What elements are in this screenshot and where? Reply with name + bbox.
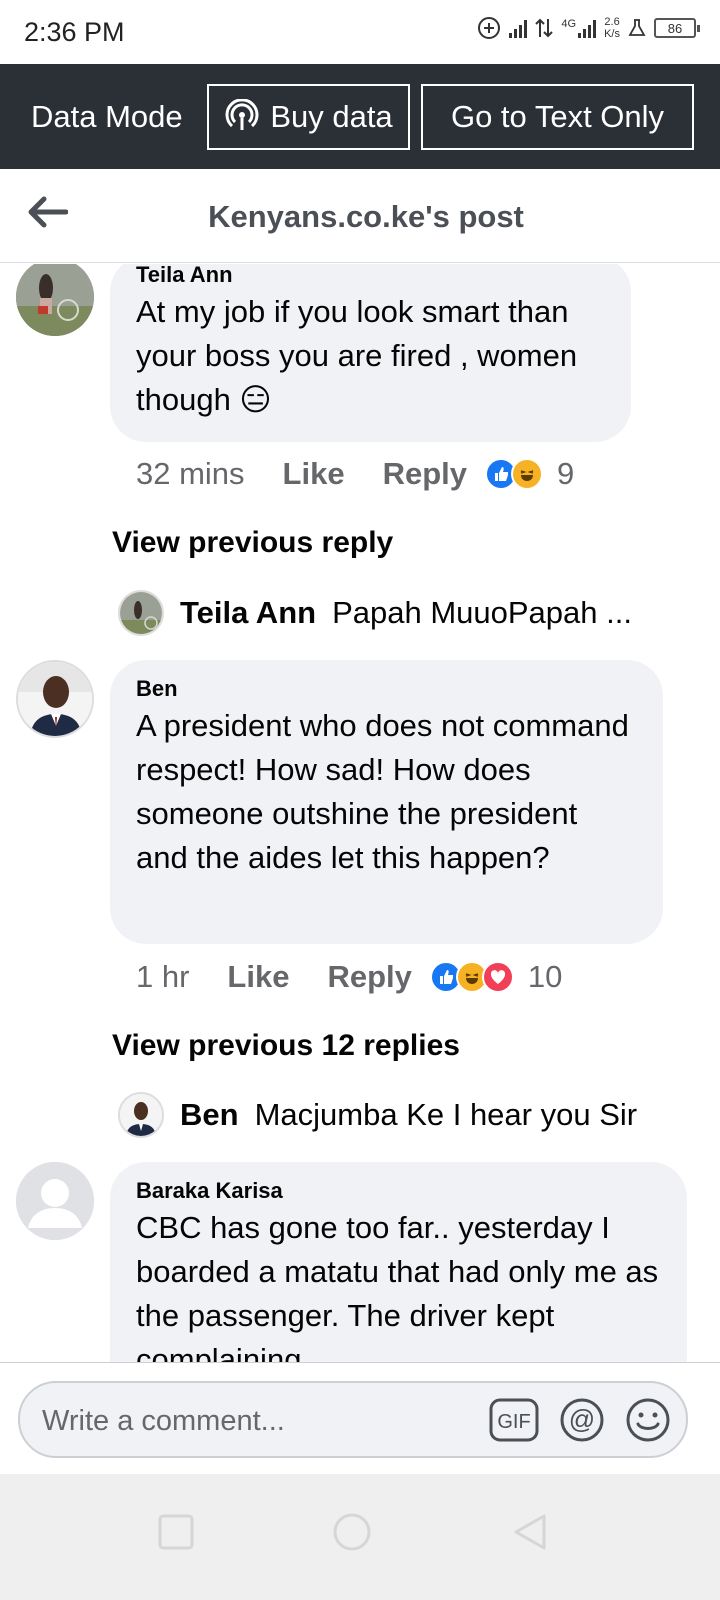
comment-bubble[interactable]: Baraka Karisa CBC has gone too far.. yes… xyxy=(110,1162,687,1362)
speed-unit: K/s xyxy=(604,28,620,40)
text-only-button[interactable]: Go to Text Only xyxy=(421,84,694,150)
svg-text:GIF: GIF xyxy=(497,1411,530,1433)
reply-author[interactable]: Teila Ann xyxy=(180,595,316,631)
network-speed: 2.6 K/s xyxy=(604,16,620,40)
comment-placeholder: Write a comment... xyxy=(42,1405,285,1437)
data-mode-bar: Data Mode Buy data Go to Text Only xyxy=(0,64,720,169)
at-sign-icon[interactable]: @ xyxy=(556,1397,608,1443)
battery-icon: 86 xyxy=(654,18,700,38)
last-reply[interactable]: Teila Ann Papah MuuoPapah ... xyxy=(118,590,632,636)
status-time: 2:36 PM xyxy=(24,17,125,47)
like-button[interactable]: Like xyxy=(283,456,345,492)
comment-author[interactable]: Teila Ann xyxy=(136,264,605,288)
data-transfer-icon xyxy=(535,18,554,38)
status-icons: 4G 2.6 K/s 86 xyxy=(477,16,700,40)
reply-button[interactable]: Reply xyxy=(327,959,411,995)
page-title: Kenyans.co.ke's post xyxy=(208,199,524,234)
comment-text: A president who does not command respect… xyxy=(136,708,629,875)
comments-feed[interactable]: Teila Ann At my job if you look smart th… xyxy=(0,264,720,1362)
comment-bubble[interactable]: Teila Ann At my job if you look smart th… xyxy=(110,264,631,442)
reply-author[interactable]: Ben xyxy=(180,1097,239,1133)
comment-meta: 32 mins Like Reply 9 xyxy=(136,456,574,492)
system-nav-bar xyxy=(0,1474,720,1600)
comment-text: CBC has gone too far.. yesterday I board… xyxy=(136,1210,659,1362)
triangle-back-icon[interactable] xyxy=(500,1502,560,1562)
default-user-icon xyxy=(16,1162,94,1240)
reactions[interactable] xyxy=(485,458,543,490)
reaction-count[interactable]: 9 xyxy=(557,456,574,492)
battery-level: 86 xyxy=(667,20,683,36)
speed-value: 2.6 xyxy=(604,16,620,28)
add-circle-icon xyxy=(478,17,501,39)
circle-icon[interactable] xyxy=(322,1502,382,1562)
comment-text: At my job if you look smart than your bo… xyxy=(136,294,578,417)
post-header: Kenyans.co.ke's post xyxy=(0,169,720,263)
last-reply[interactable]: Ben Macjumba Ke I hear you Sir xyxy=(118,1092,637,1138)
avatar[interactable] xyxy=(16,264,94,336)
comment-meta: 1 hr Like Reply 10 xyxy=(136,959,562,995)
avatar[interactable] xyxy=(16,1162,94,1240)
data-mode-label: Data Mode xyxy=(31,99,183,134)
like-button[interactable]: Like xyxy=(227,959,289,995)
comment-input[interactable]: Write a comment... GIF @ xyxy=(18,1381,688,1458)
reply-button[interactable]: Reply xyxy=(383,456,467,492)
buy-data-label: Buy data xyxy=(270,99,393,134)
flask-icon xyxy=(628,19,646,36)
reply-avatar[interactable] xyxy=(118,1092,164,1138)
reply-text: Macjumba Ke I hear you Sir xyxy=(254,1097,638,1132)
svg-text:@: @ xyxy=(569,1404,595,1434)
square-icon[interactable] xyxy=(146,1502,206,1562)
view-previous-replies[interactable]: View previous 12 replies xyxy=(112,1029,460,1063)
reply-avatar[interactable] xyxy=(118,590,164,636)
avatar[interactable] xyxy=(16,660,94,738)
reactions[interactable] xyxy=(429,961,514,993)
status-bar: 2:36 PM 4G 2.6 K/s 86 xyxy=(0,0,720,64)
text-only-label: Go to Text Only xyxy=(450,99,665,134)
smiley-icon[interactable] xyxy=(622,1397,674,1443)
comment-time[interactable]: 32 mins xyxy=(136,456,245,492)
comment-author[interactable]: Ben xyxy=(136,676,637,702)
comment-composer-bar: Write a comment... GIF @ xyxy=(0,1362,720,1474)
reaction-count[interactable]: 10 xyxy=(528,959,562,995)
buy-data-button[interactable]: Buy data xyxy=(207,84,410,150)
broadcast-icon xyxy=(225,99,259,130)
haha-reaction-icon xyxy=(511,458,543,490)
signal-4g-icon xyxy=(578,18,597,38)
reply-text: Papah MuuoPapah ... xyxy=(332,595,632,630)
gif-icon[interactable]: GIF xyxy=(488,1397,540,1443)
love-reaction-icon xyxy=(481,961,514,993)
signal-icon xyxy=(509,18,528,38)
comment-time[interactable]: 1 hr xyxy=(136,959,189,995)
net-type-label: 4G xyxy=(561,18,577,30)
view-previous-replies[interactable]: View previous reply xyxy=(112,526,393,560)
comment-bubble[interactable]: Ben A president who does not command res… xyxy=(110,660,663,944)
comment-author[interactable]: Baraka Karisa xyxy=(136,1178,661,1204)
